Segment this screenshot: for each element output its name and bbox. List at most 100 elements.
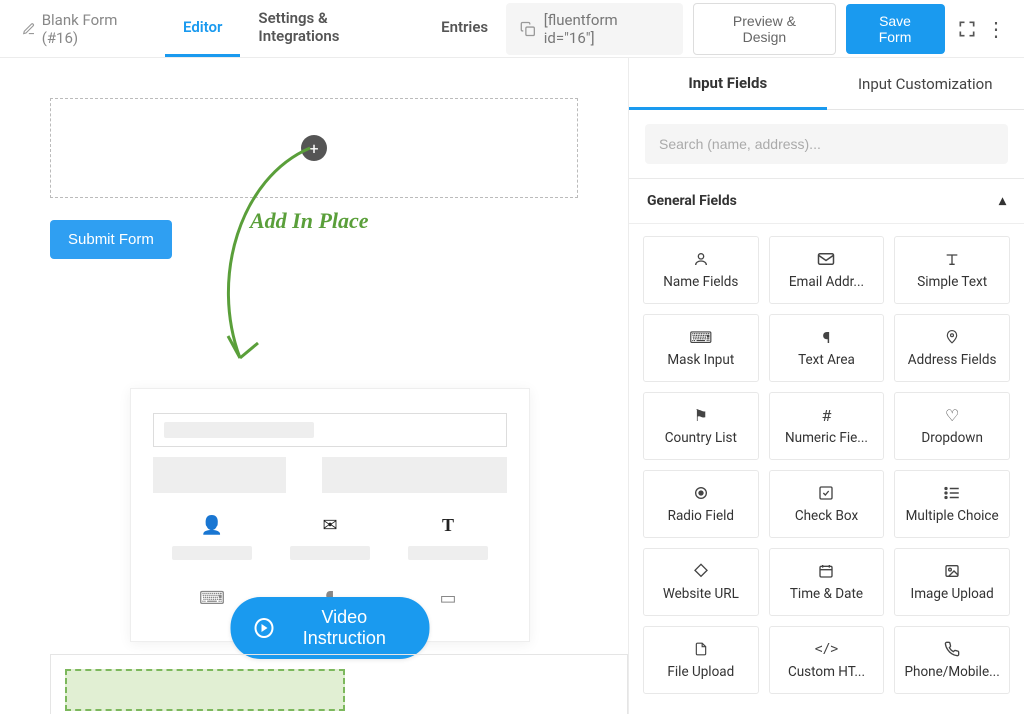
image-icon	[944, 562, 960, 580]
tab-input-fields[interactable]: Input Fields	[629, 58, 827, 110]
mail-icon	[817, 250, 835, 268]
pin-icon	[945, 328, 959, 346]
save-form-button[interactable]: Save Form	[846, 4, 945, 54]
field-card-simple-text[interactable]: Simple Text	[894, 236, 1010, 304]
radio-icon	[693, 484, 709, 502]
form-title-text: Blank Form (#16)	[42, 11, 155, 47]
play-icon	[255, 618, 274, 638]
add-field-button[interactable]: +	[301, 135, 327, 161]
preview-icon-row-1: 👤 ✉ T	[153, 515, 507, 560]
field-card-custom-ht[interactable]: </> Custom HT...	[769, 626, 885, 694]
drop-target-highlight[interactable]	[65, 669, 345, 711]
calendar-icon	[818, 562, 834, 580]
preview-design-button[interactable]: Preview & Design	[693, 3, 835, 55]
link-icon	[693, 562, 709, 580]
editor-tabs: Editor Settings & Integrations Entries	[165, 0, 506, 57]
section-general-fields[interactable]: General Fields ▴	[629, 179, 1024, 224]
user-icon	[693, 250, 709, 268]
field-card-website-url[interactable]: Website URL	[643, 548, 759, 616]
form-title[interactable]: Blank Form (#16)	[12, 11, 165, 47]
field-card-label: File Upload	[650, 664, 752, 680]
field-card-label: Dropdown	[901, 430, 1003, 446]
preview-row-input	[153, 413, 507, 447]
video-instruction-button[interactable]: Video Instruction	[231, 597, 430, 659]
field-card-phone-mobile[interactable]: Phone/Mobile...	[894, 626, 1010, 694]
sidebar-tabs: Input Fields Input Customization	[629, 58, 1024, 110]
form-canvas: + Submit Form Add In Place 👤 ✉ T ⌨ ¶ ▭	[0, 58, 628, 714]
section-title: General Fields	[647, 193, 737, 209]
main: + Submit Form Add In Place 👤 ✉ T ⌨ ¶ ▭	[0, 58, 1024, 714]
tab-entries[interactable]: Entries	[423, 0, 506, 57]
heart-icon: ♡	[945, 406, 959, 424]
field-card-label: Text Area	[776, 352, 878, 368]
code-icon: </>	[815, 640, 838, 658]
field-search-wrap	[629, 110, 1024, 179]
fullscreen-icon	[957, 19, 977, 39]
field-card-multiple-choice[interactable]: Multiple Choice	[894, 470, 1010, 538]
check-icon	[818, 484, 834, 502]
field-card-label: Radio Field	[650, 508, 752, 524]
text-icon	[944, 250, 960, 268]
field-card-file-upload[interactable]: File Upload	[643, 626, 759, 694]
add-in-place-hint: Add In Place	[250, 208, 369, 234]
field-card-label: Email Addr...	[776, 274, 878, 290]
phone-icon	[944, 640, 960, 658]
tab-editor[interactable]: Editor	[165, 0, 240, 57]
user-icon: 👤	[201, 515, 223, 536]
mask-icon: ⌨	[689, 328, 712, 346]
field-card-numeric-fie[interactable]: # Numeric Fie...	[769, 392, 885, 460]
flag-icon: ⚑	[694, 406, 708, 424]
mail-icon: ✉	[322, 515, 337, 536]
shortcode-box[interactable]: [fluentform id="16"]	[506, 3, 683, 55]
card-icon: ▭	[439, 588, 456, 609]
field-card-mask-input[interactable]: ⌨ Mask Input	[643, 314, 759, 382]
field-card-label: Address Fields	[901, 352, 1003, 368]
field-card-email-addr[interactable]: Email Addr...	[769, 236, 885, 304]
keyboard-icon: ⌨	[199, 588, 225, 609]
para-icon: ¶	[823, 328, 831, 346]
hash-icon: #	[822, 406, 832, 424]
form-preview-card: 👤 ✉ T ⌨ ¶ ▭ Video Instruction	[130, 388, 530, 642]
field-card-label: Country List	[650, 430, 752, 446]
field-card-country-list[interactable]: ⚑ Country List	[643, 392, 759, 460]
field-card-image-upload[interactable]: Image Upload	[894, 548, 1010, 616]
field-card-label: Website URL	[650, 586, 752, 602]
field-card-label: Custom HT...	[776, 664, 878, 680]
field-card-dropdown[interactable]: ♡ Dropdown	[894, 392, 1010, 460]
canvas-bottom-section	[50, 654, 628, 714]
field-card-label: Numeric Fie...	[776, 430, 878, 446]
more-menu-button[interactable]: ⋮	[980, 19, 1012, 39]
field-card-label: Time & Date	[776, 586, 878, 602]
field-card-text-area[interactable]: ¶ Text Area	[769, 314, 885, 382]
tab-settings[interactable]: Settings & Integrations	[240, 0, 423, 57]
text-icon: T	[442, 515, 454, 536]
field-card-label: Phone/Mobile...	[901, 664, 1003, 680]
fields-sidebar: Input Fields Input Customization General…	[628, 58, 1024, 714]
field-card-address-fields[interactable]: Address Fields	[894, 314, 1010, 382]
video-button-label: Video Instruction	[283, 607, 405, 649]
tab-input-customization[interactable]: Input Customization	[827, 58, 1024, 110]
chevron-up-icon: ▴	[999, 193, 1006, 209]
topbar: Blank Form (#16) Editor Settings & Integ…	[0, 0, 1024, 58]
field-grid: Name Fields Email Addr... Simple Text ⌨ Mask…	[629, 224, 1024, 706]
field-card-label: Multiple Choice	[901, 508, 1003, 524]
field-card-check-box[interactable]: Check Box	[769, 470, 885, 538]
submit-form-button[interactable]: Submit Form	[50, 220, 172, 259]
form-dropzone[interactable]: +	[50, 98, 578, 198]
field-card-label: Image Upload	[901, 586, 1003, 602]
field-search-input[interactable]	[645, 124, 1008, 164]
field-card-radio-field[interactable]: Radio Field	[643, 470, 759, 538]
copy-icon	[520, 21, 536, 37]
fullscreen-button[interactable]	[955, 16, 980, 42]
field-card-label: Name Fields	[650, 274, 752, 290]
field-card-label: Check Box	[776, 508, 878, 524]
preview-row-blocks	[153, 457, 507, 493]
shortcode-text: [fluentform id="16"]	[544, 11, 670, 47]
field-card-time-date[interactable]: Time & Date	[769, 548, 885, 616]
list-icon	[943, 484, 961, 502]
field-card-label: Simple Text	[901, 274, 1003, 290]
field-card-name-fields[interactable]: Name Fields	[643, 236, 759, 304]
field-card-label: Mask Input	[650, 352, 752, 368]
pencil-icon	[22, 22, 36, 36]
file-icon	[694, 640, 708, 658]
